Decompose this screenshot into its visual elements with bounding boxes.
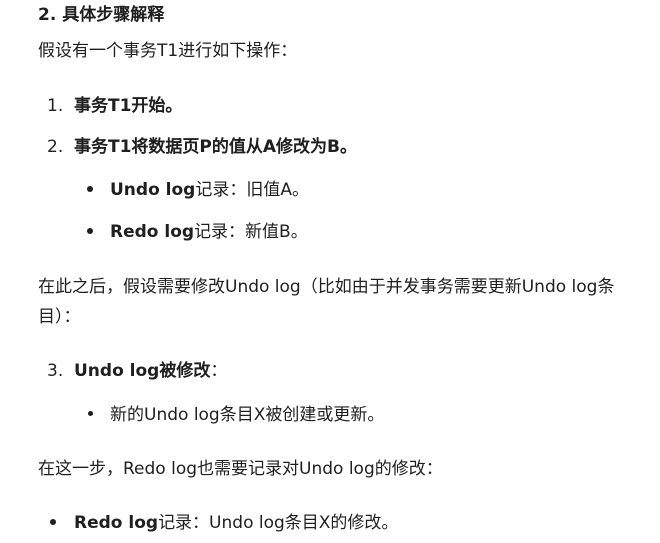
bullet-icon bbox=[88, 411, 93, 416]
final-bullet: Redo log记录：Undo log条目X的修改。 bbox=[74, 510, 398, 536]
step-2-text: 事务T1将数据页P的值从A修改为B。 bbox=[74, 137, 357, 157]
intro-text: 假设有一个事务T1进行如下操作： bbox=[38, 41, 298, 61]
step-3-bullet-text: 新的Undo log条目X被创建或更新。 bbox=[110, 405, 385, 425]
undo-log-label: Undo log bbox=[110, 180, 196, 200]
step-1-text: 事务T1开始。 bbox=[74, 96, 183, 116]
undo-log-record: 记录：旧值A。 bbox=[195, 180, 309, 200]
section-heading: 2. 具体步骤解释 bbox=[38, 5, 165, 25]
step-3-label: Undo log被修改 bbox=[74, 361, 211, 381]
redo-log-record: 记录：新值B。 bbox=[194, 222, 308, 242]
step-3-text: Undo log被修改： bbox=[74, 358, 227, 384]
bullet-icon bbox=[87, 186, 93, 192]
step-2-number: 2. bbox=[47, 137, 64, 157]
bullet-icon bbox=[87, 228, 93, 234]
paragraph-3: 在这一步，Redo log也需要记录对Undo log的修改： bbox=[38, 459, 443, 479]
redo-log-bullet: Redo log记录：新值B。 bbox=[110, 219, 308, 245]
final-redo-log-record: 记录：Undo log条目X的修改。 bbox=[158, 513, 399, 533]
undo-log-bullet: Undo log记录：旧值A。 bbox=[110, 177, 309, 203]
paragraph-2-line-1: 在此之后，假设需要修改Undo log（比如由于并发事务需要更新Undo log… bbox=[38, 277, 615, 297]
bullet-icon bbox=[50, 519, 56, 525]
paragraph-2-line-2: 目）： bbox=[38, 307, 81, 327]
final-redo-log-label: Redo log bbox=[74, 513, 159, 533]
step-3-number: 3. bbox=[47, 361, 64, 381]
step-3-colon: ： bbox=[210, 361, 228, 381]
step-1-number: 1. bbox=[47, 96, 64, 116]
redo-log-label: Redo log bbox=[110, 222, 195, 242]
